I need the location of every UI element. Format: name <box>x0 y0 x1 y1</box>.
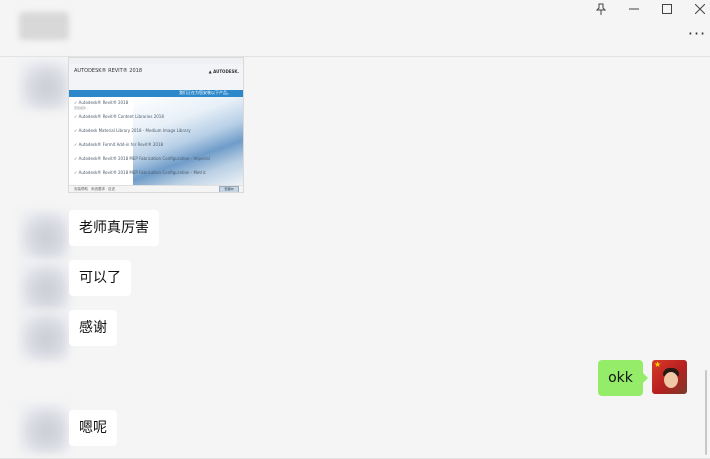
message-bubble[interactable]: 嗯呢 <box>69 410 117 446</box>
install-item: ✓ Autodesk® Formit Add-in for Revit® 201… <box>74 142 164 147</box>
minimize-button[interactable] <box>617 0 651 18</box>
install-item: ✓ Autodesk® Revit® 2018 <box>74 100 129 105</box>
maximize-button[interactable] <box>650 0 684 18</box>
self-avatar[interactable]: ★ <box>652 360 687 394</box>
install-item: ✓ Autodesk® Revit® 2018 MEP Fabrication … <box>74 156 210 161</box>
message-bubble[interactable]: 感谢 <box>69 310 117 346</box>
footer-link: 自述 <box>108 187 115 191</box>
close-icon <box>695 4 705 14</box>
install-item-sub: 安装组件... <box>74 106 89 110</box>
close-button[interactable] <box>683 0 710 18</box>
avatar-face <box>664 372 678 388</box>
footer-link: 安装帮助 <box>74 187 88 191</box>
chat-name-blurred <box>19 12 69 40</box>
image-footer: 安装帮助 系统要求 自述 <box>69 185 243 192</box>
star-icon: ★ <box>654 360 662 369</box>
image-banner: 我们正在为您安装以下产品。 <box>69 90 243 97</box>
scrollbar[interactable] <box>705 370 707 455</box>
pin-button[interactable] <box>584 0 618 18</box>
minimize-icon <box>629 4 639 14</box>
install-button: 安装中 <box>219 186 239 192</box>
install-item: ✓ Autodesk Material Library 2018 - Mediu… <box>74 128 191 133</box>
image-message[interactable]: AUTODESK® REVIT® 2018 ▲ AUTODESK. 我们正在为您… <box>68 57 244 193</box>
avatar[interactable] <box>19 262 69 312</box>
chat-titlebar: ··· <box>0 0 710 57</box>
avatar[interactable] <box>19 60 69 110</box>
avatar[interactable] <box>19 404 69 454</box>
message-bubble[interactable]: 老师真厉害 <box>69 210 159 246</box>
pin-icon <box>596 3 606 15</box>
footer-link: 系统要求 <box>91 187 105 191</box>
autodesk-logo: ▲ AUTODESK. <box>208 69 239 74</box>
message-bubble[interactable]: 可以了 <box>69 260 131 296</box>
message-bubble-self[interactable]: okk <box>598 360 648 396</box>
install-item: ✓ Autodesk® Revit® 2018 MEP Fabrication … <box>74 170 206 175</box>
avatar[interactable] <box>19 210 69 260</box>
image-brand: AUTODESK® REVIT® 2018 <box>74 68 143 74</box>
install-item: ✓ Autodesk® Revit® Content Libraries 201… <box>74 114 164 119</box>
maximize-icon <box>662 4 672 14</box>
avatar[interactable] <box>19 311 69 361</box>
more-icon: ··· <box>687 23 707 43</box>
more-button[interactable]: ··· <box>686 23 708 43</box>
image-banner-text: 我们正在为您安装以下产品。 <box>179 90 231 95</box>
